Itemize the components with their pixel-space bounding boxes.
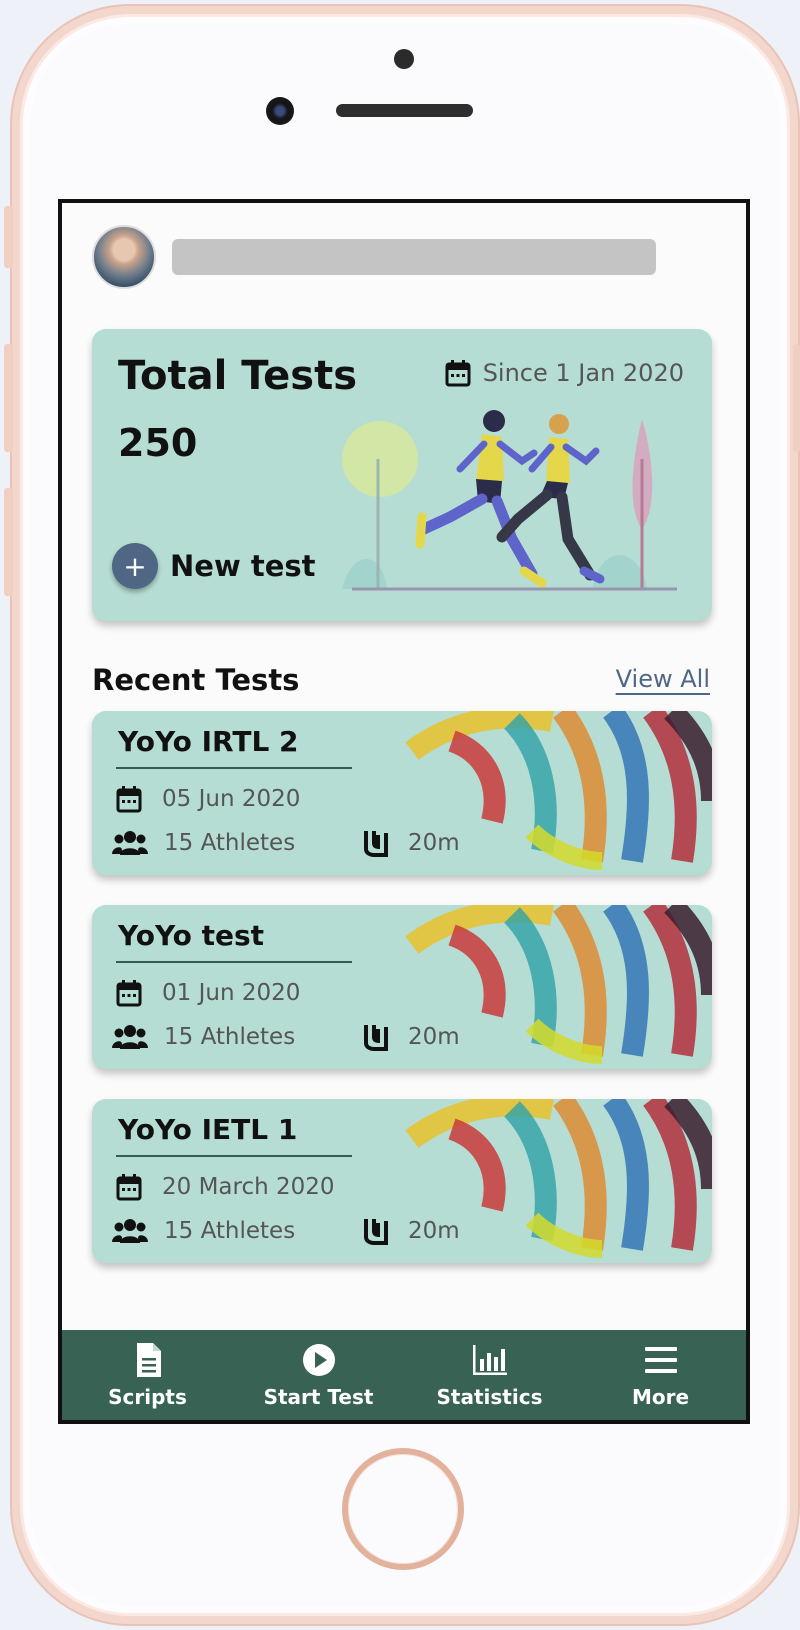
divider bbox=[116, 767, 352, 769]
total-tests-card: Total Tests 250 Since 1 Jan 2020 + New t… bbox=[92, 329, 712, 621]
test-meta: 15 Athletes 20m bbox=[112, 1023, 460, 1051]
distance-label: 20m bbox=[408, 1024, 460, 1050]
mute-switch bbox=[4, 206, 13, 268]
tab-more[interactable]: More bbox=[586, 1341, 736, 1409]
tab-statistics-label: Statistics bbox=[436, 1385, 543, 1409]
test-name: YoYo IETL 1 bbox=[118, 1113, 298, 1146]
user-name-placeholder bbox=[172, 239, 656, 275]
users-icon bbox=[112, 1025, 148, 1049]
tab-start-test-label: Start Test bbox=[263, 1385, 374, 1409]
distance: 20m bbox=[362, 829, 460, 857]
tab-scripts-label: Scripts bbox=[108, 1385, 187, 1409]
test-name: YoYo test bbox=[118, 919, 265, 952]
athletes-count: 15 Athletes bbox=[112, 1024, 362, 1050]
test-date-label: 05 Jun 2020 bbox=[162, 786, 301, 812]
distance-icon bbox=[364, 1025, 388, 1051]
calendar-icon bbox=[116, 980, 142, 1007]
users-icon bbox=[112, 831, 148, 855]
test-date: 05 Jun 2020 bbox=[116, 785, 300, 813]
tab-start-test[interactable]: Start Test bbox=[244, 1341, 394, 1409]
tab-statistics[interactable]: Statistics bbox=[415, 1341, 565, 1409]
test-card[interactable]: YoYo IETL 1 20 March 2020 15 Athletes 20… bbox=[92, 1099, 712, 1263]
distance-label: 20m bbox=[408, 830, 460, 856]
play-icon bbox=[302, 1344, 335, 1376]
test-name: YoYo IRTL 2 bbox=[118, 725, 299, 758]
test-meta: 15 Athletes 20m bbox=[112, 1217, 460, 1245]
view-all-link[interactable]: View All bbox=[616, 665, 710, 693]
users-icon bbox=[112, 1219, 148, 1243]
runners-illustration bbox=[342, 410, 677, 591]
app-screen: Total Tests 250 Since 1 Jan 2020 + New t… bbox=[58, 199, 750, 1424]
test-card[interactable]: YoYo IRTL 2 05 Jun 2020 15 Athletes 20m bbox=[92, 711, 712, 875]
test-card[interactable]: YoYo test 01 Jun 2020 15 Athletes 20m bbox=[92, 905, 712, 1069]
new-test-label: New test bbox=[170, 549, 316, 583]
distance-label: 20m bbox=[408, 1218, 460, 1244]
earpiece-speaker bbox=[336, 104, 473, 117]
tab-more-label: More bbox=[631, 1385, 690, 1409]
total-tests-count: 250 bbox=[118, 421, 198, 465]
recent-tests-heading: Recent Tests bbox=[92, 663, 300, 697]
athletes-label: 15 Athletes bbox=[164, 1218, 296, 1244]
athletes-count: 15 Athletes bbox=[112, 830, 362, 856]
front-camera bbox=[266, 97, 294, 125]
athletes-label: 15 Athletes bbox=[164, 830, 296, 856]
calendar-icon bbox=[116, 786, 142, 813]
test-date: 20 March 2020 bbox=[116, 1173, 335, 1201]
power-button bbox=[793, 344, 800, 452]
since-date: Since 1 Jan 2020 bbox=[445, 359, 684, 387]
bar-chart-icon bbox=[472, 1345, 507, 1375]
menu-icon bbox=[644, 1347, 677, 1373]
bottom-tab-bar: Scripts Start Test Statistics More bbox=[62, 1330, 746, 1420]
plus-icon: + bbox=[112, 543, 158, 589]
divider bbox=[116, 961, 352, 963]
tab-scripts[interactable]: Scripts bbox=[73, 1341, 223, 1409]
test-meta: 15 Athletes 20m bbox=[112, 829, 460, 857]
proximity-sensor bbox=[394, 49, 414, 69]
calendar-icon bbox=[445, 360, 471, 387]
distance: 20m bbox=[362, 1023, 460, 1051]
home-button[interactable] bbox=[342, 1448, 464, 1570]
test-date-label: 01 Jun 2020 bbox=[162, 980, 301, 1006]
avatar[interactable] bbox=[92, 225, 156, 289]
distance-icon bbox=[364, 831, 388, 857]
test-date-label: 20 March 2020 bbox=[162, 1174, 335, 1200]
since-label: Since 1 Jan 2020 bbox=[482, 359, 684, 387]
calendar-icon bbox=[116, 1174, 142, 1201]
total-tests-title: Total Tests bbox=[118, 353, 358, 399]
distance-icon bbox=[364, 1219, 388, 1245]
volume-up-button bbox=[4, 344, 13, 452]
divider bbox=[116, 1155, 352, 1157]
volume-down-button bbox=[4, 488, 13, 596]
test-date: 01 Jun 2020 bbox=[116, 979, 300, 1007]
document-icon bbox=[136, 1343, 161, 1377]
distance: 20m bbox=[362, 1217, 460, 1245]
athletes-count: 15 Athletes bbox=[112, 1218, 362, 1244]
new-test-button[interactable]: + New test bbox=[112, 543, 315, 589]
athletes-label: 15 Athletes bbox=[164, 1024, 296, 1050]
